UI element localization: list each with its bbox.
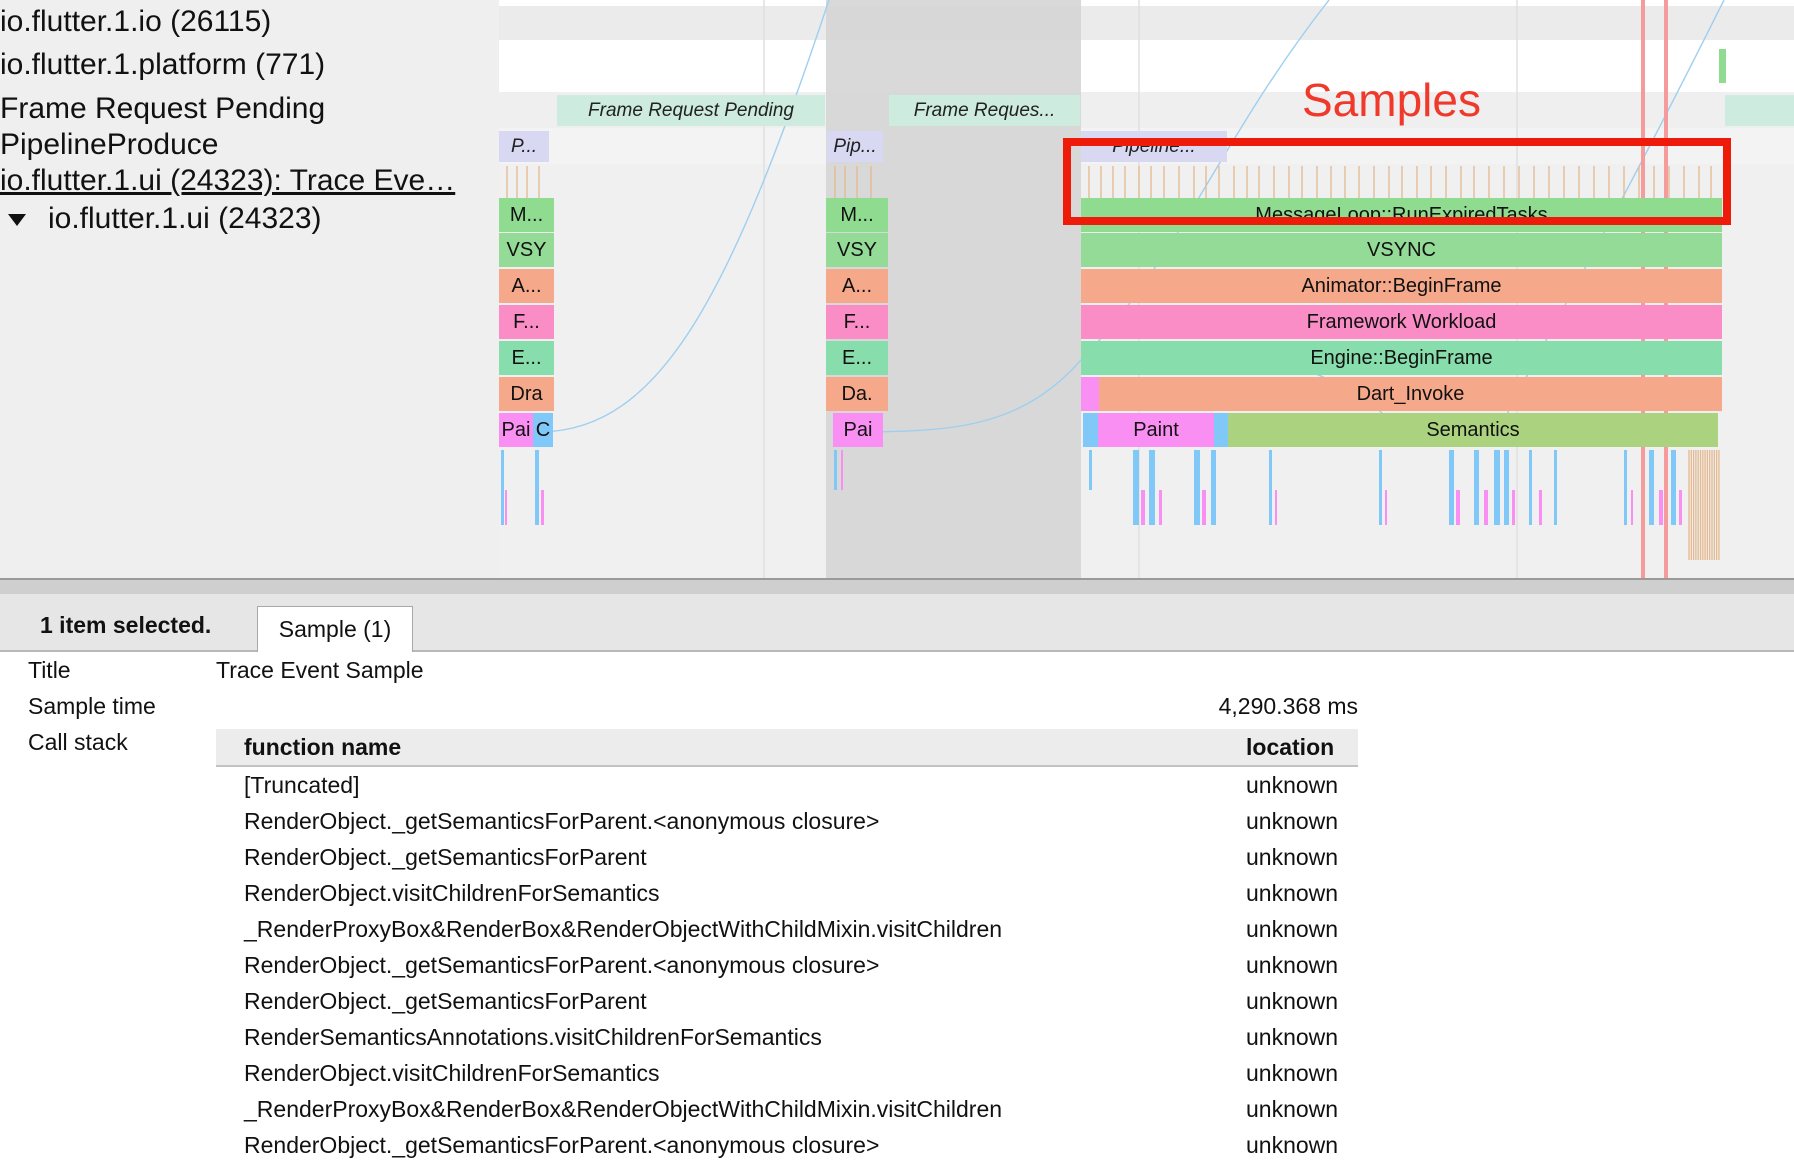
location-cell: unknown (1246, 1023, 1339, 1050)
table-row[interactable]: RenderObject._getSemanticsForParent.<ano… (216, 803, 1358, 839)
function-name-cell: RenderSemanticsAnnotations.visitChildren… (244, 1023, 822, 1050)
track-label-io[interactable]: io.flutter.1.io (26115) (0, 4, 271, 40)
async-pipeline-2[interactable]: Pip... (827, 131, 883, 162)
table-row[interactable]: RenderObject._getSemanticsForParent.<ano… (216, 947, 1358, 983)
location-cell: unknown (1246, 1059, 1339, 1086)
track-label-pipeline-produce[interactable]: PipelineProduce (0, 127, 218, 163)
slice-draw-1[interactable]: Dra (499, 377, 554, 411)
track-label-ui-thread[interactable]: io.flutter.1.ui (24323) (8, 201, 322, 237)
async-pipeline-1[interactable]: P... (499, 131, 549, 162)
slice-dart-small-3[interactable] (1081, 377, 1099, 411)
function-name-cell: _RenderProxyBox&RenderBox&RenderObjectWi… (244, 1095, 1003, 1122)
async-frame-request-pending-2[interactable]: Frame Reques... (889, 95, 1080, 126)
slice-vsync-3[interactable]: VSYNC (1081, 233, 1722, 267)
slice-layout-3[interactable] (1214, 413, 1228, 447)
call-stack-table: function name location [Truncated] unknow… (216, 729, 1358, 1163)
slice-vsync-2[interactable]: VSY (826, 233, 888, 267)
async-frame-request-pending-3[interactable] (1725, 95, 1794, 126)
slice-framework-2[interactable]: F... (826, 305, 888, 339)
table-row[interactable]: RenderObject.visitChildrenForSemantics un… (216, 875, 1358, 911)
slice-dart-invoke-3[interactable]: Dart_Invoke (1099, 377, 1722, 411)
collapse-triangle-icon[interactable] (8, 214, 26, 227)
slice-framework-1[interactable]: F... (499, 305, 554, 339)
sample-time-value: 4,290.368 ms (1218, 693, 1358, 719)
track-label-platform[interactable]: io.flutter.1.platform (771) (0, 47, 325, 83)
location-cell: unknown (1246, 771, 1339, 798)
location-cell: unknown (1246, 1131, 1339, 1158)
tab-sample[interactable]: Sample (1) (257, 606, 413, 652)
location-cell: unknown (1246, 843, 1339, 870)
slice-composite-1[interactable]: C (533, 413, 553, 447)
table-row[interactable]: _RenderProxyBox&RenderBox&RenderObjectWi… (216, 911, 1358, 947)
samples-annotation-box (1063, 138, 1731, 225)
table-row[interactable]: [Truncated] unknown (216, 766, 1358, 803)
slice-engine-1[interactable]: E... (499, 341, 554, 375)
function-name-cell: RenderObject.visitChildrenForSemantics (244, 879, 660, 906)
call-stack-label: Call stack (28, 729, 128, 755)
location-cell: unknown (1246, 915, 1339, 942)
slice-engine-3[interactable]: Engine::BeginFrame (1081, 341, 1722, 375)
title-value: Trace Event Sample (216, 657, 424, 683)
location-cell: unknown (1246, 951, 1339, 978)
location-cell: unknown (1246, 807, 1339, 834)
panel-splitter[interactable] (0, 578, 1794, 594)
selection-status: 1 item selected. (40, 612, 212, 638)
title-label: Title (28, 657, 71, 683)
details-header: 1 item selected. Sample (1) (0, 594, 1794, 652)
location-cell: unknown (1246, 879, 1339, 906)
slice-paint-1[interactable]: Pai (499, 413, 533, 447)
table-row[interactable]: RenderObject.visitChildrenForSemantics un… (216, 1055, 1358, 1091)
slice-animator-2[interactable]: A... (826, 269, 888, 303)
slice-composite-3[interactable] (1083, 413, 1098, 447)
function-name-cell: RenderObject._getSemanticsForParent (244, 987, 647, 1014)
slice-message-loop-1[interactable]: M... (499, 198, 554, 232)
function-name-cell: _RenderProxyBox&RenderBox&RenderObjectWi… (244, 915, 1003, 942)
slice-framework-3[interactable]: Framework Workload (1081, 305, 1722, 339)
slice-engine-2[interactable]: E... (826, 341, 888, 375)
function-name-cell: RenderObject._getSemanticsForParent.<ano… (244, 807, 880, 834)
table-row[interactable]: RenderObject._getSemanticsForParent unkno… (216, 839, 1358, 875)
slice-semantics-3[interactable]: Semantics (1228, 413, 1718, 447)
table-row[interactable]: RenderObject._getSemanticsForParent unkno… (216, 983, 1358, 1019)
table-row[interactable]: RenderSemanticsAnnotations.visitChildren… (216, 1019, 1358, 1055)
slice-paint-2[interactable]: Pai (833, 413, 883, 447)
slice-dart-invoke-label: Dart_Invoke (1356, 383, 1465, 405)
location-cell: unknown (1246, 1095, 1339, 1122)
function-name-cell: RenderObject.visitChildrenForSemantics (244, 1059, 660, 1086)
slice-message-loop-2[interactable]: M... (826, 198, 888, 232)
slice-draw-2[interactable]: Da. (826, 377, 888, 411)
function-name-cell: RenderObject._getSemanticsForParent.<ano… (244, 951, 880, 978)
track-label-ui-trace-events[interactable]: io.flutter.1.ui (24323): Trace Eve… (0, 163, 455, 199)
function-name-cell: RenderObject._getSemanticsForParent (244, 843, 647, 870)
function-name-cell: [Truncated] (244, 771, 360, 798)
track-label-frame-request-pending[interactable]: Frame Request Pending (0, 91, 325, 127)
async-frame-request-pending-1[interactable]: Frame Request Pending (557, 95, 825, 126)
sample-time-label: Sample time (28, 693, 156, 719)
slice-animator-3[interactable]: Animator::BeginFrame (1081, 269, 1722, 303)
table-row[interactable]: _RenderProxyBox&RenderBox&RenderObjectWi… (216, 1091, 1358, 1127)
slice-paint-3[interactable]: Paint (1098, 413, 1214, 447)
slice-vsync-1[interactable]: VSY (499, 233, 554, 267)
location-cell: unknown (1246, 987, 1339, 1014)
column-header-location[interactable]: location (1246, 729, 1358, 767)
timeline-canvas[interactable]: Frame Request Pending Frame Reques... P.… (499, 0, 1794, 578)
table-row[interactable]: RenderObject._getSemanticsForParent.<ano… (216, 1127, 1358, 1163)
column-header-function-name[interactable]: function name (216, 729, 1246, 767)
track-labels-panel: io.flutter.1.io (26115) io.flutter.1.pla… (0, 0, 499, 578)
track-label-ui-thread-text: io.flutter.1.ui (24323) (48, 202, 322, 235)
samples-annotation-label: Samples (1302, 74, 1481, 126)
slice-animator-1[interactable]: A... (499, 269, 554, 303)
function-name-cell: RenderObject._getSemanticsForParent.<ano… (244, 1131, 880, 1158)
call-stack-header-row: function name location (216, 729, 1358, 767)
